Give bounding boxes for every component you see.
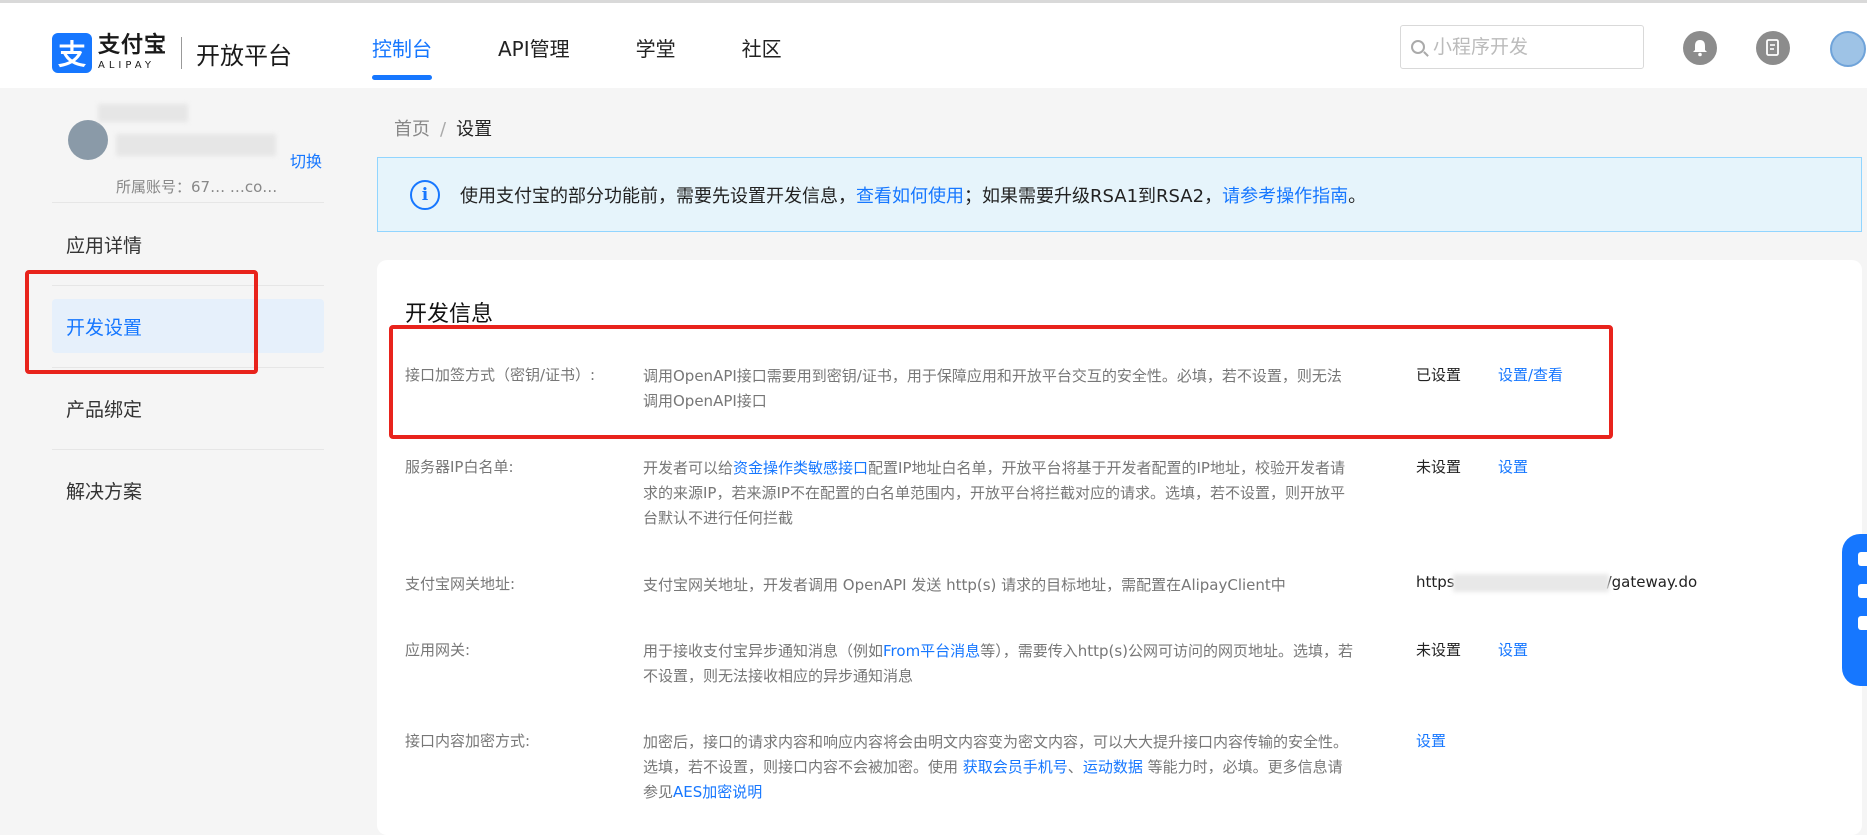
floating-help-widget[interactable]: [1842, 534, 1867, 686]
row-label: 应用网关:: [405, 641, 471, 659]
sports-data-link[interactable]: 运动数据: [1083, 758, 1143, 776]
row-label: 服务器IP白名单:: [405, 458, 514, 476]
row-description: 开发者可以给资金操作类敏感接口配置IP地址白名单，开放平台将基于开发者配置的IP…: [643, 456, 1353, 531]
sidebar-divider: [52, 367, 324, 368]
main-nav: 控制台 API管理 学堂 社区: [372, 33, 848, 80]
mail-icon[interactable]: [1858, 616, 1867, 630]
row-label: 支付宝网关地址:: [405, 575, 516, 593]
gateway-suffix: /gateway.do: [1606, 573, 1698, 591]
sidebar-item-product-binding[interactable]: 产品绑定: [52, 381, 324, 435]
status-text: 已设置: [1416, 366, 1462, 384]
app-avatar: [68, 120, 108, 160]
sidebar-item-solutions[interactable]: 解决方案: [52, 463, 324, 517]
redacted-app-id: [116, 134, 276, 156]
document-icon[interactable]: [1756, 31, 1790, 65]
row-label: 接口内容加密方式:: [405, 732, 531, 750]
feedback-icon[interactable]: [1858, 584, 1867, 598]
row-label: 接口加签方式（密钥/证书）:: [405, 366, 596, 384]
sidebar-item-app-details[interactable]: 应用详情: [52, 217, 324, 271]
user-avatar[interactable]: [1830, 31, 1866, 67]
account-line: 所属账号：67… …co…: [116, 178, 278, 196]
chat-icon[interactable]: [1858, 552, 1867, 566]
status-text: 未设置: [1416, 458, 1462, 476]
platform-title: 开放平台: [196, 41, 293, 70]
logo-cn-text: 支付宝: [98, 33, 168, 58]
member-phone-link[interactable]: 获取会员手机号: [963, 758, 1068, 776]
nav-academy[interactable]: 学堂: [636, 33, 676, 80]
dev-info-card: 开发信息 接口加签方式（密钥/证书）: 调用OpenAPI接口需要用到密钥/证书…: [377, 260, 1862, 835]
account-info: 切换 所属账号：67… …co…: [68, 104, 328, 196]
sidebar-divider: [52, 449, 324, 450]
sidebar-divider: [52, 285, 324, 286]
notice-text-3: 。: [1348, 185, 1367, 207]
row-description: 用于接收支付宝异步通知消息（例如From平台消息等），需要传入http(s)公网…: [643, 639, 1353, 689]
search-input[interactable]: [1433, 36, 1633, 58]
gateway-prefix: https: [1416, 573, 1455, 591]
breadcrumb-home[interactable]: 首页: [394, 119, 430, 140]
row-description: 支付宝网关地址，开发者调用 OpenAPI 发送 http(s) 请求的目标地址…: [643, 576, 1286, 594]
desc-text: 、: [1067, 758, 1083, 776]
switch-app-link[interactable]: 切换: [290, 148, 322, 172]
sidebar: 切换 所属账号：67… …co… 应用详情 开发设置 产品绑定 解决方案: [0, 88, 345, 835]
status-text: 未设置: [1416, 641, 1462, 659]
breadcrumb-current: 设置: [456, 119, 493, 140]
platform-message-link[interactable]: From平台消息: [883, 642, 980, 660]
sensitive-api-link[interactable]: 资金操作类敏感接口: [733, 459, 868, 477]
how-to-use-link[interactable]: 查看如何使用: [856, 182, 964, 208]
set-link[interactable]: 设置: [1498, 456, 1528, 477]
sidebar-item-dev-settings[interactable]: 开发设置: [52, 299, 324, 353]
desc-text: 用于接收支付宝异步通知消息（例如: [643, 642, 884, 660]
aes-doc-link[interactable]: AES加密说明: [673, 783, 762, 801]
alipay-logo-icon: 支: [52, 33, 92, 73]
desc-text: 开发者可以给: [643, 459, 734, 477]
nav-community[interactable]: 社区: [742, 33, 782, 80]
info-icon: i: [410, 179, 440, 210]
alipay-logo[interactable]: 支 支付宝 ALIPAY 开放平台: [52, 33, 292, 73]
info-notice: i 使用支付宝的部分功能前，需要先设置开发信息， 查看如何使用 ；如果需要升级RSA…: [377, 157, 1862, 232]
breadcrumb: 首页 / 设置: [394, 115, 492, 141]
guide-link[interactable]: 请参考操作指南: [1222, 182, 1348, 208]
gateway-url: https/gateway.do: [1416, 573, 1697, 592]
logo-en-text: ALIPAY: [98, 60, 155, 71]
logo-divider: [181, 37, 183, 69]
set-link[interactable]: 设置: [1498, 639, 1528, 660]
notice-text-2: ；如果需要升级RSA1到RSA2，: [964, 185, 1223, 207]
search-box[interactable]: [1400, 25, 1644, 69]
row-description: 调用OpenAPI接口需要用到密钥/证书，用于保障应用和开放平台交互的安全性。必…: [643, 367, 1342, 410]
notice-text-1: 使用支付宝的部分功能前，需要先设置开发信息，: [460, 185, 856, 207]
breadcrumb-separator: /: [440, 119, 447, 140]
set-view-link[interactable]: 设置/查看: [1498, 364, 1563, 385]
section-title: 开发信息: [405, 302, 494, 327]
top-navigation-bar: 支 支付宝 ALIPAY 开放平台 控制台 API管理 学堂 社区: [0, 0, 1867, 88]
redacted-gateway-host: [1452, 573, 1609, 592]
sidebar-divider: [52, 202, 324, 203]
row-description: 加密后，接口的请求内容和响应内容将会由明文内容变为密文内容，可以大大提升接口内容…: [643, 730, 1353, 805]
redacted-app-name: [98, 104, 188, 122]
search-icon: [1411, 40, 1425, 54]
bell-icon[interactable]: [1683, 31, 1717, 65]
nav-api-management[interactable]: API管理: [498, 33, 570, 80]
set-link[interactable]: 设置: [1416, 730, 1446, 751]
nav-console[interactable]: 控制台: [372, 33, 432, 80]
